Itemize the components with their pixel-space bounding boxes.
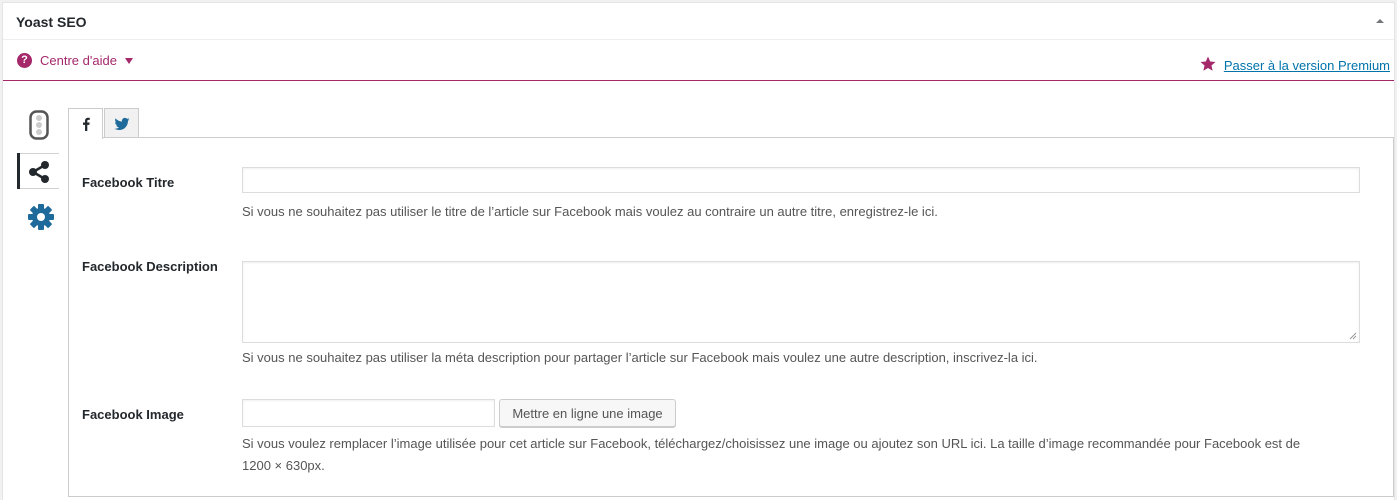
tab-facebook[interactable] — [68, 108, 103, 139]
facebook-image-description-line2: 1200 × 630px. — [242, 458, 325, 473]
facebook-title-description: Si vous ne souhaitez pas utiliser le tit… — [242, 204, 938, 219]
metabox-header[interactable]: Yoast SEO — [3, 3, 1394, 40]
metabox-title: Yoast SEO — [16, 14, 87, 30]
facebook-image-label: Facebook Image — [82, 407, 184, 422]
traffic-light-icon — [29, 110, 49, 140]
share-icon — [29, 161, 49, 183]
facebook-panel: Facebook Titre Si vous ne souhaitez pas … — [68, 137, 1394, 497]
premium-upsell: Passer à la version Premium — [1199, 55, 1390, 76]
gear-icon — [28, 204, 54, 230]
help-center-label: Centre d'aide — [40, 53, 117, 68]
twitter-icon — [114, 117, 129, 130]
side-tab-advanced[interactable] — [17, 199, 59, 235]
caret-down-icon — [124, 57, 133, 64]
facebook-icon — [82, 117, 90, 131]
facebook-description-label: Facebook Description — [82, 259, 218, 274]
help-center-button[interactable]: ? Centre d'aide — [17, 53, 133, 68]
side-tab-social[interactable] — [17, 153, 59, 189]
facebook-description-textarea[interactable] — [242, 261, 1360, 343]
social-tabs — [68, 108, 140, 139]
help-center-bar: ? Centre d'aide Passer à la version Prem… — [3, 41, 1394, 81]
facebook-title-label: Facebook Titre — [82, 175, 175, 190]
facebook-title-input[interactable] — [242, 167, 1360, 193]
tab-twitter[interactable] — [104, 108, 139, 138]
star-icon — [1199, 55, 1217, 76]
triangle-up-icon[interactable] — [1372, 13, 1388, 29]
resize-grip-icon[interactable] — [1349, 332, 1357, 340]
yoast-seo-metabox: Yoast SEO ? Centre d'aide Passer à la ve… — [2, 2, 1395, 500]
side-tab-readability[interactable] — [17, 107, 59, 143]
facebook-image-description-line1: Si vous voulez remplacer l’image utilisé… — [242, 436, 1301, 451]
facebook-description-description: Si vous ne souhaitez pas utiliser la mét… — [242, 350, 1038, 365]
upload-image-button[interactable]: Mettre en ligne une image — [499, 399, 676, 427]
premium-link[interactable]: Passer à la version Premium — [1224, 58, 1390, 73]
question-circle-icon: ? — [17, 53, 32, 68]
facebook-image-url-input[interactable] — [242, 399, 495, 427]
